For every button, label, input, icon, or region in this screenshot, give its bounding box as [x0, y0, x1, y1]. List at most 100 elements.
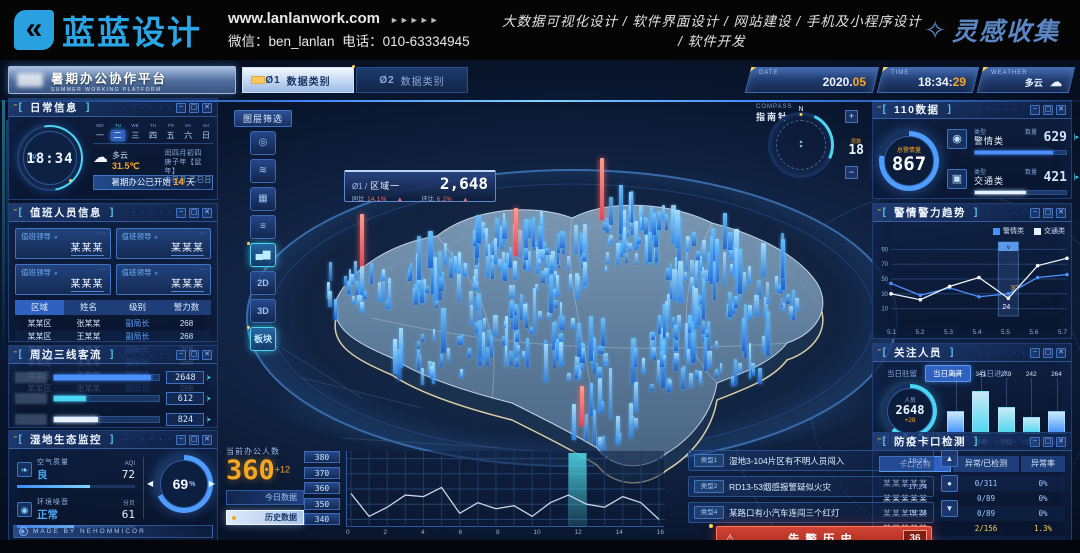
alert-scroll-down-button[interactable]: ▼	[941, 500, 958, 517]
panel-close-icon[interactable]: ✕	[202, 350, 212, 360]
col-abnormal-detected[interactable]: 异常/已检测	[953, 456, 1019, 472]
occupancy-x-axis: 0246810121416	[346, 529, 664, 536]
panel-alarm-trend: ”[警情警力趋势]· · · · · ·−▢✕ 警情类交通类 907050301…	[872, 203, 1072, 339]
panel-close-icon[interactable]: ✕	[202, 435, 212, 445]
alert-row[interactable]: 类型1湿地3-104片区有不明人员闯入◔19:24	[688, 450, 934, 471]
panel-restore-icon[interactable]: ▢	[1043, 437, 1053, 447]
weekday-cell[interactable]: TH四	[146, 123, 160, 141]
layer-button-mode-block[interactable]: 板块	[250, 327, 276, 351]
alert-type-badge: 类型2	[694, 480, 724, 493]
panel-close-icon[interactable]: ✕	[1056, 105, 1066, 115]
layer-button-locate-layer[interactable]: ◎	[250, 131, 276, 155]
tick-icon: |▸	[206, 374, 211, 381]
tab-data-screen-2[interactable]: Ø2数据类别	[356, 67, 468, 93]
duty-leader-card[interactable]: 值班领导»···某某某	[15, 264, 111, 295]
summer-notice: 暑期办公已开始14天	[93, 175, 213, 190]
panel-close-icon[interactable]: ✕	[202, 208, 212, 218]
map-3d-view[interactable]	[242, 148, 902, 493]
panel-restore-icon[interactable]: ▢	[1043, 105, 1053, 115]
history-data-button[interactable]: 历史数据	[226, 510, 304, 525]
panel-restore-icon[interactable]: ▢	[189, 208, 199, 218]
layer-button-mode-2d[interactable]: 2D	[250, 271, 276, 295]
alert-row[interactable]: 类型4某路口有小汽车连闯三个红灯◔19:24	[688, 502, 934, 523]
website-link[interactable]: www.lanlanwork.com	[228, 10, 380, 27]
zoom-in-button[interactable]: +	[845, 110, 858, 123]
focus-bar: 264上访	[1048, 372, 1065, 434]
panel-restore-icon[interactable]: ▢	[189, 435, 199, 445]
col-abnormal-rate[interactable]: 异常率	[1021, 456, 1065, 472]
panel-title: 周边三线客流	[30, 347, 102, 362]
flow-value: 824	[166, 413, 204, 426]
total-alarm-gauge: 总警情量 867	[879, 131, 939, 191]
weekday-cell[interactable]: WE三	[128, 123, 142, 141]
panel-minimize-icon[interactable]: −	[1030, 105, 1040, 115]
gauge-next-arrow[interactable]: ▶	[209, 479, 215, 488]
temperature: 31.5℃	[112, 161, 140, 171]
more-icon[interactable]: ···	[199, 266, 206, 273]
more-icon[interactable]: ···	[99, 230, 106, 237]
panel-restore-icon[interactable]: ▢	[1043, 208, 1053, 218]
legend-item[interactable]: 交通类	[1034, 226, 1065, 236]
duty-leader-card[interactable]: 值班领导»···某某某	[116, 228, 212, 259]
panel-minimize-icon[interactable]: −	[176, 350, 186, 360]
panel-close-icon[interactable]: ✕	[1056, 437, 1066, 447]
zoom-out-button[interactable]: −	[845, 166, 858, 179]
layer-button-list-layer[interactable]: ≡	[250, 215, 276, 239]
weekday-cell[interactable]: SA六	[181, 123, 195, 141]
panel-minimize-icon[interactable]: −	[1030, 437, 1040, 447]
collect-block[interactable]: ✧ 灵感收集	[924, 12, 1060, 48]
legend-item[interactable]: 警情类	[993, 226, 1024, 236]
clock-icon: ◔	[902, 510, 906, 517]
clock-time: 18:34	[19, 151, 81, 167]
flow-row: 2648|▸	[9, 368, 217, 387]
more-icon[interactable]: ···	[99, 266, 106, 273]
layer-button-mode-3d[interactable]: 3D	[250, 299, 276, 323]
panel-restore-icon[interactable]: ▢	[189, 103, 199, 113]
compass-dial[interactable]: N ▴▾	[768, 112, 834, 178]
weekday-cell[interactable]: FR五	[164, 123, 178, 141]
today-data-button[interactable]: 今日数据	[226, 490, 304, 505]
panel-minimize-icon[interactable]: −	[1030, 208, 1040, 218]
table-row[interactable]: 某某区王某某副局长268	[15, 330, 211, 343]
weekday-cell[interactable]: SU日	[199, 123, 213, 141]
duty-leader-card[interactable]: 值班领导»···某某某	[116, 264, 212, 295]
noise-metric: ◉ 环境噪音正常 分贝61	[17, 497, 135, 528]
alert-row[interactable]: 类型2RD13-53烟感报警疑似火灾◔17:24	[688, 476, 934, 497]
panel-dots-decor: · · · · · ·	[124, 208, 173, 217]
alert-scroll-up-button[interactable]: ▲	[941, 450, 958, 467]
tab-data-screen-1[interactable]: Ø1数据类别	[242, 67, 354, 93]
duty-leader-card[interactable]: 值班领导»···某某某	[15, 228, 111, 259]
panel-close-icon[interactable]: ✕	[202, 103, 212, 113]
alert-scroll-pause-button[interactable]: ●	[941, 475, 958, 492]
weekday-cell[interactable]: MO一	[93, 123, 107, 141]
table-row[interactable]: 某某区张某某副局长268	[15, 317, 211, 330]
gauge-prev-arrow[interactable]: ◀	[147, 479, 153, 488]
page-title: 暑期办公协作平台	[51, 68, 167, 87]
x-tick: 4	[421, 529, 425, 536]
panel-close-icon[interactable]: ✕	[1056, 208, 1066, 218]
trend-x-axis: 5.15.25.35.45.55.65.7	[887, 329, 1067, 336]
duty-leader-name: 某某某	[71, 239, 104, 256]
lunar-line: 闰四月初四	[164, 149, 213, 158]
layer-button-signal-layer[interactable]: ≋	[250, 159, 276, 183]
bar-value: 279	[994, 371, 1019, 378]
panel-restore-icon[interactable]: ▢	[1043, 348, 1053, 358]
panel-minimize-icon[interactable]: −	[176, 208, 186, 218]
focus-tab[interactable]: 当日驻留	[879, 365, 925, 382]
layer-button-grid-layer[interactable]: ▦	[250, 187, 276, 211]
panel-minimize-icon[interactable]: −	[176, 103, 186, 113]
more-icon[interactable]: ···	[199, 230, 206, 237]
x-tick: 5.2	[915, 329, 924, 336]
panel-restore-icon[interactable]: ▢	[189, 350, 199, 360]
collect-label: 灵感收集	[952, 12, 1060, 48]
lanlan-logo: « 蓝蓝设计	[14, 6, 202, 54]
panel-close-icon[interactable]: ✕	[1056, 348, 1066, 358]
panel-minimize-icon[interactable]: −	[1030, 348, 1040, 358]
compass-center-icon: ▴▾	[771, 115, 831, 175]
up-arrow-icon: ▲	[397, 197, 403, 203]
panel-minimize-icon[interactable]: −	[176, 435, 186, 445]
data110-row: ◉类型警情类数量629|▸	[947, 127, 1067, 161]
weather-text: 多云	[112, 151, 128, 160]
weekday-cell[interactable]: TU二	[111, 123, 125, 141]
layer-button-bars-layer[interactable]: ▄▆	[250, 243, 276, 267]
